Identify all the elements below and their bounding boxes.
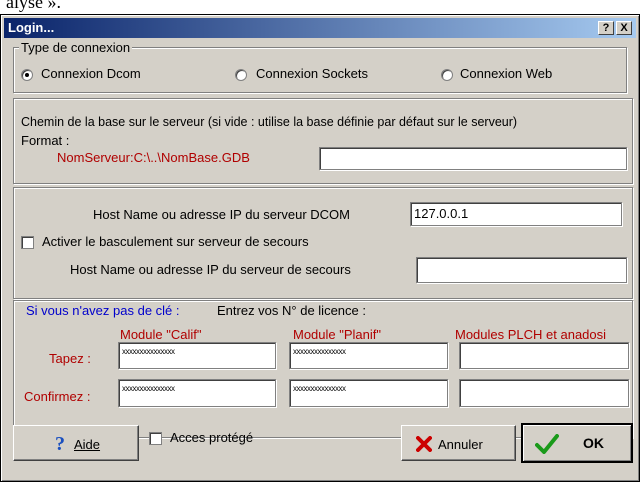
enter-license-text: Entrez vos N° de licence : [217, 303, 366, 318]
radio-web-label: Connexion Web [460, 66, 553, 81]
ok-button-label: OK [583, 435, 604, 451]
radio-sockets-label: Connexion Sockets [256, 66, 369, 81]
license-plch-input[interactable] [459, 342, 629, 369]
login-dialog: Login... ? X Type de connexion Connexion… [0, 14, 640, 482]
module-plch-header: Modules PLCH et anadosi [455, 327, 607, 342]
background-text: alyse ». [6, 0, 61, 12]
radio-dcom[interactable]: Connexion Dcom [21, 66, 191, 82]
radio-web-control[interactable] [441, 69, 453, 81]
help-button[interactable]: ? Aide [13, 425, 139, 461]
module-planif-header: Module "Planif" [293, 327, 381, 342]
database-path-group [13, 98, 633, 184]
cancel-x-icon [416, 436, 432, 452]
cancel-button-label: Annuler [438, 437, 483, 452]
protected-access-label: Acces protégé [170, 430, 254, 445]
confirm-row-label: Confirmez : [24, 389, 91, 404]
radio-dcom-label: Connexion Dcom [41, 66, 141, 81]
protected-access-checkbox-box[interactable] [149, 432, 162, 445]
cancel-button[interactable]: Annuler [401, 425, 516, 461]
type-row-label: Tapez : [49, 351, 91, 366]
dcom-host-input[interactable]: 127.0.0.1 [410, 202, 622, 226]
connection-type-legend: Type de connexion [19, 40, 133, 55]
help-title-button[interactable]: ? [598, 21, 614, 35]
background-text-fragment: alyse ». [0, 0, 643, 14]
question-icon: ? [55, 433, 65, 455]
path-description: Chemin de la base sur le serveur (si vid… [21, 115, 518, 129]
backup-server-checkbox-box[interactable] [21, 236, 34, 249]
radio-dcom-control[interactable] [21, 69, 33, 81]
radio-selected-dot [25, 73, 29, 77]
license-planif-input[interactable]: xxxxxxxxxxxxxxx [289, 342, 448, 369]
checkmark-icon [535, 434, 559, 454]
ok-button[interactable]: OK [521, 423, 633, 463]
database-path-input[interactable] [319, 147, 627, 170]
format-label: Format : [21, 133, 70, 148]
radio-web[interactable]: Connexion Web [441, 66, 611, 82]
radio-sockets[interactable]: Connexion Sockets [235, 66, 405, 82]
dcom-host-label: Host Name ou adresse IP du serveur DCOM [93, 207, 350, 222]
window-title: Login... [8, 20, 55, 35]
license-planif-confirm-input[interactable]: xxxxxxxxxxxxxxx [289, 379, 448, 407]
license-group [13, 300, 633, 438]
backup-host-label: Host Name ou adresse IP du serveur de se… [70, 262, 351, 277]
no-key-text: Si vous n'avez pas de clé : [26, 303, 180, 318]
title-bar[interactable]: Login... ? X [4, 18, 636, 38]
protected-access-checkbox[interactable]: Acces protégé [149, 430, 289, 448]
module-calif-header: Module "Calif" [120, 327, 202, 342]
format-example: NomServeur:C:\..\NomBase.GDB [57, 150, 250, 165]
backup-server-checkbox-label: Activer le basculement sur serveur de se… [42, 234, 309, 249]
backup-server-checkbox[interactable]: Activer le basculement sur serveur de se… [21, 234, 381, 250]
license-calif-input[interactable]: xxxxxxxxxxxxxxx [118, 342, 276, 369]
backup-host-input[interactable] [416, 257, 627, 283]
license-plch-confirm-input[interactable] [459, 379, 629, 407]
close-title-button[interactable]: X [616, 21, 632, 35]
radio-sockets-control[interactable] [235, 69, 247, 81]
help-button-label: Aide [74, 437, 101, 452]
license-calif-confirm-input[interactable]: xxxxxxxxxxxxxxx [118, 379, 276, 407]
